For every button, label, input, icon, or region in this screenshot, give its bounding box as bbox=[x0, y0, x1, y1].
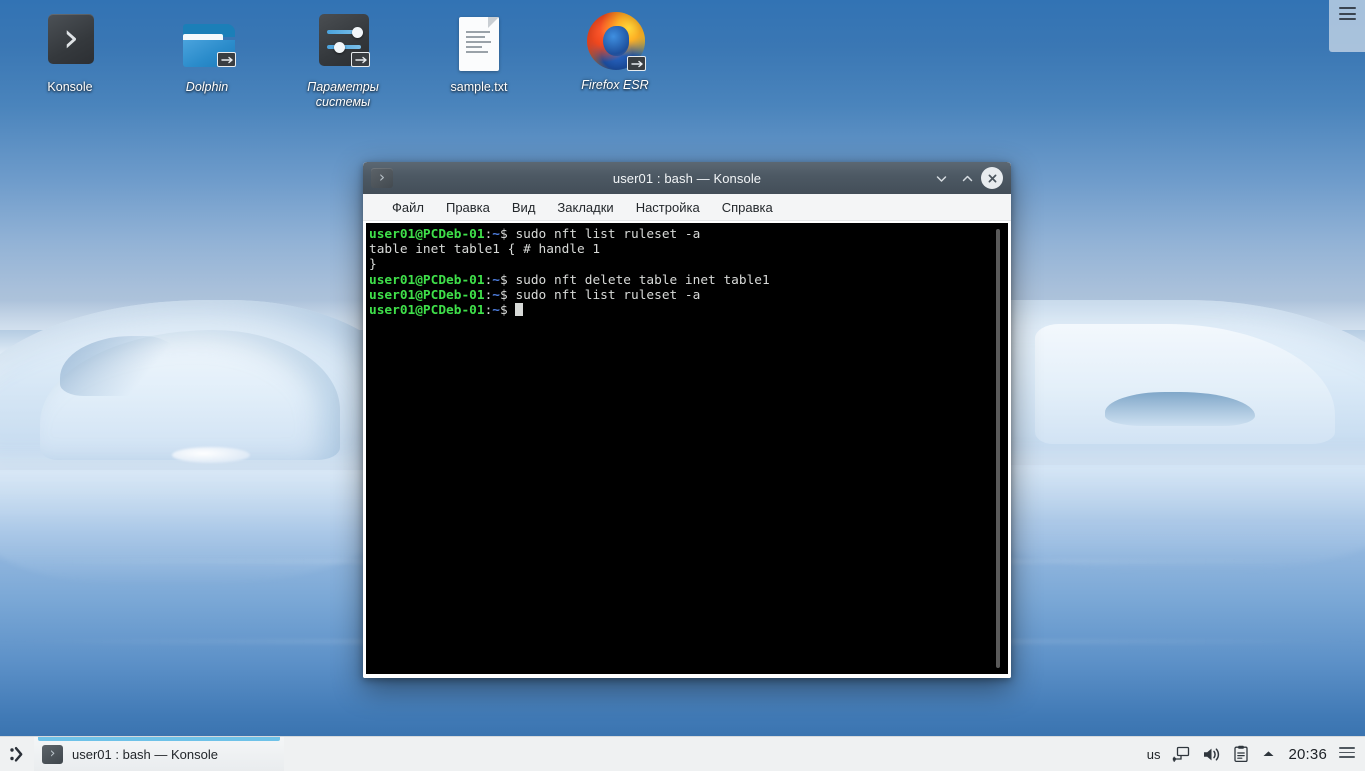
tray-expand-button[interactable] bbox=[1261, 748, 1276, 760]
terminal-screen[interactable]: user01@PCDeb-01:~$ sudo nft list ruleset… bbox=[366, 223, 1008, 674]
desktop-icon-label: Konsole bbox=[11, 80, 129, 95]
active-task-indicator bbox=[38, 737, 280, 741]
close-icon bbox=[986, 172, 999, 185]
maximize-button[interactable] bbox=[955, 166, 979, 190]
desktop-toolbox-button[interactable] bbox=[1329, 0, 1365, 52]
text-document-icon bbox=[449, 14, 509, 74]
desktop-icon-sample-txt[interactable]: sample.txt bbox=[420, 14, 538, 95]
desktop[interactable]: Konsole Dolphin bbox=[0, 0, 1365, 771]
chevron-up-icon bbox=[960, 171, 975, 186]
konsole-menubar: Файл Правка Вид Закладки Настройка Справ… bbox=[363, 194, 1011, 221]
taskbar-left: user01 : bash — Konsole bbox=[0, 737, 284, 771]
taskbar[interactable]: user01 : bash — Konsole us bbox=[0, 736, 1365, 771]
terminal-output: user01@PCDeb-01:~$ sudo nft list ruleset… bbox=[369, 227, 1008, 318]
scrollbar-thumb[interactable] bbox=[996, 229, 1000, 668]
system-settings-icon bbox=[313, 14, 373, 74]
clock[interactable]: 20:36 bbox=[1288, 746, 1327, 763]
desktop-icon-konsole[interactable]: Konsole bbox=[11, 14, 129, 95]
folder-icon bbox=[177, 14, 237, 74]
chevron-down-icon bbox=[934, 171, 949, 186]
desktop-icon-label: Параметры системы bbox=[284, 80, 402, 110]
clipboard-icon[interactable] bbox=[1233, 745, 1249, 763]
konsole-icon bbox=[371, 168, 393, 188]
minimize-button[interactable] bbox=[929, 166, 953, 190]
menu-item-help[interactable]: Справка bbox=[711, 198, 784, 217]
desktop-icon-label: Firefox ESR bbox=[556, 78, 674, 93]
hamburger-icon bbox=[1339, 7, 1356, 24]
konsole-icon bbox=[40, 14, 100, 74]
konsole-window[interactable]: user01 : bash — Konsole bbox=[363, 162, 1011, 678]
chevron-up-icon bbox=[1261, 748, 1276, 760]
firefox-icon bbox=[585, 12, 645, 72]
volume-icon[interactable] bbox=[1202, 746, 1221, 763]
desktop-icon-label: Dolphin bbox=[148, 80, 266, 95]
terminal-scrollbar[interactable] bbox=[996, 229, 1000, 668]
wallpaper-small-floe bbox=[172, 447, 250, 463]
menu-item-file[interactable]: Файл bbox=[381, 198, 435, 217]
menu-item-bookmarks[interactable]: Закладки bbox=[546, 198, 624, 217]
terminal-area[interactable]: user01@PCDeb-01:~$ sudo nft list ruleset… bbox=[363, 221, 1011, 678]
symlink-badge-icon bbox=[351, 52, 370, 67]
symlink-badge-icon bbox=[627, 56, 646, 71]
taskbar-item-label: user01 : bash — Konsole bbox=[72, 747, 218, 762]
show-desktop-icon[interactable] bbox=[0, 737, 34, 771]
window-title: user01 : bash — Konsole bbox=[363, 171, 1011, 186]
keyboard-layout-label: us bbox=[1147, 747, 1161, 762]
desktop-icon-firefox[interactable]: Firefox ESR bbox=[556, 12, 674, 93]
konsole-icon bbox=[42, 745, 63, 764]
close-button[interactable] bbox=[981, 167, 1003, 189]
symlink-badge-icon bbox=[217, 52, 236, 67]
menu-item-edit[interactable]: Правка bbox=[435, 198, 501, 217]
window-controls bbox=[929, 166, 1011, 190]
menu-item-view[interactable]: Вид bbox=[501, 198, 547, 217]
desktop-icon-label: sample.txt bbox=[420, 80, 538, 95]
window-titlebar[interactable]: user01 : bash — Konsole bbox=[363, 162, 1011, 194]
keyboard-layout-indicator[interactable]: us bbox=[1147, 747, 1161, 762]
network-icon[interactable] bbox=[1172, 746, 1190, 763]
desktop-icon-grid: Konsole Dolphin bbox=[0, 0, 1365, 140]
desktop-icon-dolphin[interactable]: Dolphin bbox=[148, 14, 266, 95]
taskbar-item-konsole[interactable]: user01 : bash — Konsole bbox=[34, 737, 284, 771]
taskbar-menu-button[interactable] bbox=[1339, 747, 1355, 761]
desktop-icon-system-settings[interactable]: Параметры системы bbox=[284, 14, 402, 110]
menu-item-settings[interactable]: Настройка bbox=[625, 198, 711, 217]
system-tray: us bbox=[1147, 737, 1365, 771]
